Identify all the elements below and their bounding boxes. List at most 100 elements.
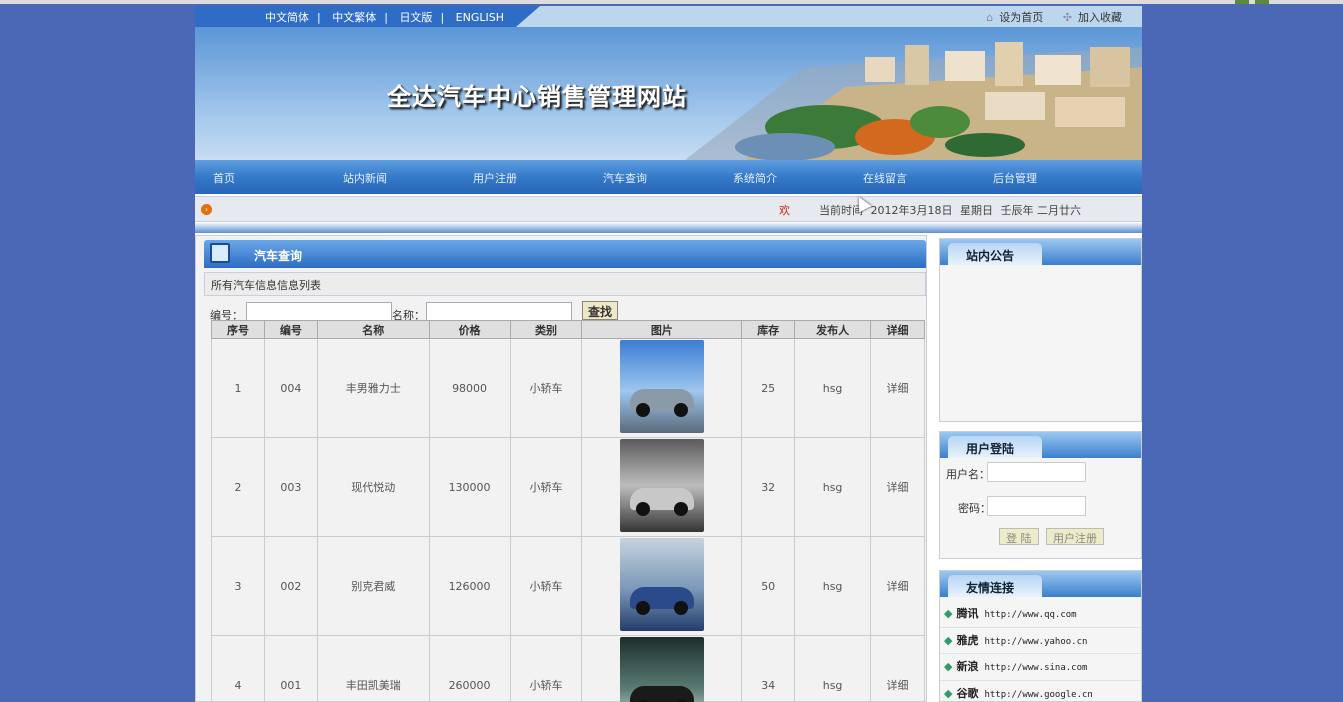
cell-name: 别克君威 [316, 536, 430, 636]
cell-id: 001 [263, 635, 318, 702]
link-url: http://www.yahoo.cn [984, 636, 1088, 647]
friend-links-title: 友情连接 [948, 575, 1042, 597]
language-bar: 中文简体 | 中文繁体 | 日文版 | ENGLISH ⌂ 设为首页 ✣ 加入收藏 [195, 6, 1142, 27]
car-image [619, 439, 704, 532]
username-input[interactable] [987, 462, 1086, 482]
lang-link-traditional[interactable]: 中文繁体 [332, 11, 376, 24]
nav-about[interactable]: 系统简介 [733, 170, 777, 186]
window-control-icon[interactable] [1255, 0, 1269, 4]
lang-link-english[interactable]: ENGLISH [456, 11, 504, 24]
ticker-bar: › 欢 当前时间 2012年3月18日 星期日 壬辰年 二月廿六 [195, 196, 1142, 222]
lang-link-simplified[interactable]: 中文简体 [265, 11, 309, 24]
list-item[interactable]: ◆ 腾讯 http://www.qq.com [940, 601, 1141, 628]
nav-home[interactable]: 首页 [213, 170, 235, 186]
col-header: 发布人 [794, 320, 872, 339]
table-header-row: 序号 编号 名称 价格 类别 图片 库存 发布人 详细 [211, 320, 925, 339]
notice-panel: 站内公告 [939, 238, 1142, 422]
cell-stock: 32 [741, 437, 796, 537]
login-button[interactable]: 登 陆 [999, 528, 1039, 545]
cell-name: 丰男雅力士 [316, 338, 430, 438]
col-header: 详细 [870, 320, 925, 339]
register-button[interactable]: 用户注册 [1046, 528, 1104, 545]
nav-guestbook[interactable]: 在线留言 [863, 170, 907, 186]
panel-header: 汽车查询 [204, 240, 926, 268]
list-item[interactable]: ◆ 新浪 http://www.sina.com [940, 654, 1141, 681]
cell-type: 小轿车 [509, 635, 583, 702]
search-button[interactable]: 查找 [582, 301, 619, 320]
site-banner: 全达汽车中心销售管理网站 [195, 27, 1142, 160]
link-url: http://www.sina.com [984, 663, 1088, 673]
cell-detail-link[interactable]: 详细 [870, 437, 925, 537]
friend-links-panel: 友情连接 ◆ 腾讯 http://www.qq.com ◆ 雅虎 http://www.… [939, 570, 1142, 702]
car-table: 序号 编号 名称 价格 类别 图片 库存 发布人 详细 1 004 丰男雅力士 … [211, 320, 925, 702]
list-subtitle: 所有汽车信息信息列表 [204, 272, 926, 296]
link-name: 谷歌 [956, 686, 979, 700]
cell-detail-link[interactable]: 详细 [870, 536, 925, 636]
password-input[interactable] [987, 496, 1086, 516]
lang-sep: | [440, 11, 445, 24]
cell-detail-link[interactable]: 详细 [870, 338, 925, 438]
cell-no: 4 [211, 635, 265, 702]
name-search-input[interactable] [426, 302, 572, 322]
car-wheel [673, 601, 688, 615]
link-name: 腾讯 [956, 607, 979, 620]
nav-car-search[interactable]: 汽车查询 [603, 170, 647, 186]
link-name: 新浪 [956, 660, 979, 673]
login-title: 用户登陆 [948, 436, 1042, 458]
nav-news[interactable]: 站内新闻 [343, 170, 387, 186]
cell-id: 002 [263, 536, 318, 636]
add-favorite-link[interactable]: 加入收藏 [1078, 11, 1122, 24]
cell-type: 小轿车 [509, 338, 583, 438]
cell-detail-link[interactable]: 详细 [870, 635, 925, 702]
table-row: 1 004 丰男雅力士 98000 小轿车 25 hsg 详细 [211, 338, 925, 438]
cell-no: 1 [211, 338, 265, 438]
id-search-input[interactable] [246, 302, 392, 322]
notice-title: 站内公告 [948, 243, 1042, 265]
window-control-icon[interactable] [1235, 0, 1249, 4]
city-scene-image [685, 42, 1142, 160]
link-url: http://www.qq.com [984, 610, 1077, 620]
link-url: http://www.google.cn [984, 689, 1093, 700]
main-navigation: 首页 站内新闻 用户注册 汽车查询 系统简介 在线留言 后台管理 [195, 160, 1142, 194]
col-header: 图片 [581, 320, 743, 339]
nav-register[interactable]: 用户注册 [473, 170, 517, 186]
table-row: 4 001 丰田凯美瑞 260000 小轿车 34 hsg 详细 [211, 635, 925, 702]
cell-user: hsg [794, 437, 872, 537]
cell-name: 丰田凯美瑞 [316, 635, 430, 702]
cell-type: 小轿车 [509, 536, 583, 636]
date-text: 2012年3月18日 [870, 204, 953, 217]
cell-image [581, 536, 743, 636]
car-image [619, 538, 704, 631]
car-image [619, 637, 704, 702]
home-icon: ⌂ [986, 11, 994, 24]
col-header: 库存 [741, 320, 796, 339]
cell-no: 2 [211, 437, 265, 537]
nav-admin[interactable]: 后台管理 [993, 170, 1037, 186]
top-right-links: ⌂ 设为首页 ✣ 加入收藏 [970, 9, 1122, 25]
login-header: 用户登陆 [940, 432, 1141, 458]
notice-header: 站内公告 [940, 239, 1141, 265]
col-header: 名称 [316, 320, 430, 339]
list-item[interactable]: ◆ 谷歌 http://www.google.cn [940, 681, 1141, 702]
bullet-icon: ◆ [944, 686, 953, 700]
list-item[interactable]: ◆ 雅虎 http://www.yahoo.cn [940, 628, 1141, 654]
lang-sep: | [384, 11, 388, 24]
col-header: 编号 [263, 320, 318, 339]
cell-user: hsg [794, 536, 872, 636]
cell-image [581, 338, 743, 438]
cell-image [581, 437, 743, 537]
link-name: 雅虎 [956, 633, 979, 647]
cell-user: hsg [794, 635, 872, 702]
window-top-strip [0, 0, 1343, 4]
favorite-icon: ✣ [1062, 11, 1072, 24]
set-home-link[interactable]: 设为首页 [999, 11, 1043, 24]
monitor-icon [210, 243, 230, 263]
cell-price: 126000 [428, 536, 511, 636]
cell-price: 98000 [428, 338, 511, 438]
cell-user: hsg [794, 338, 872, 438]
site-title: 全达汽车中心销售管理网站 [387, 82, 687, 111]
car-wheel [635, 502, 650, 516]
welcome-scroll-text: 欢 [779, 204, 790, 217]
ticker-arrow-icon: › [201, 204, 212, 215]
lang-link-japanese[interactable]: 日文版 [399, 11, 432, 24]
